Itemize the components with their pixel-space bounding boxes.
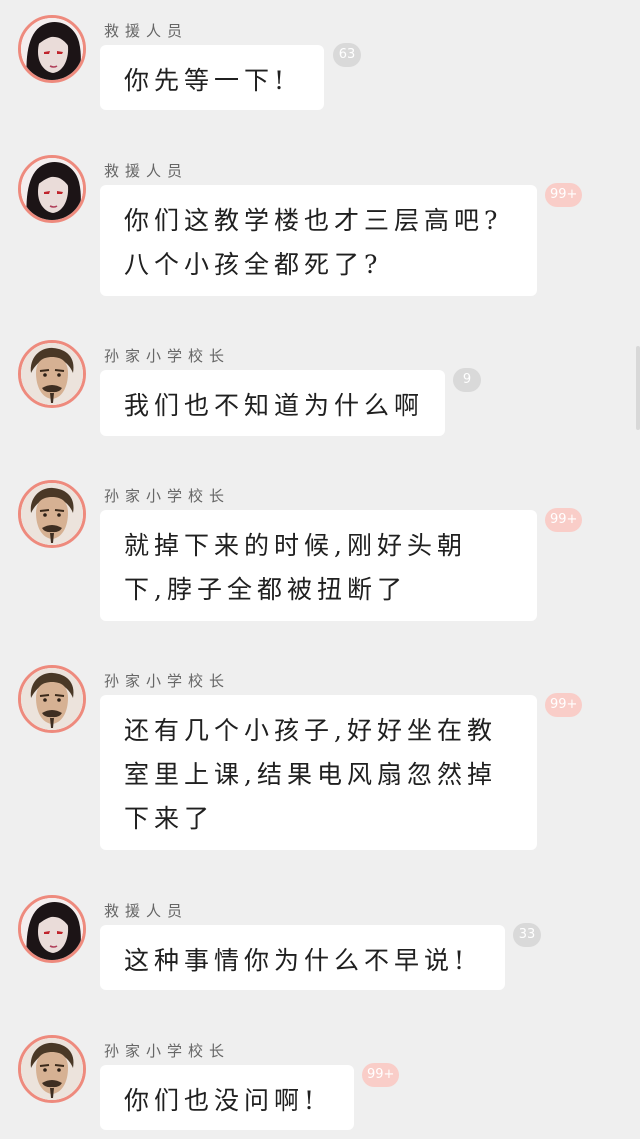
message-text-line: 下来了 <box>124 804 215 833</box>
message-text-line: 室里上课,结果电风扇忽然掉 <box>124 760 497 789</box>
sender-name: 孙家小学校长 <box>104 672 231 690</box>
sender-name: 救援人员 <box>104 162 189 180</box>
message-text-line: 就掉下来的时候,刚好头朝 <box>124 531 467 560</box>
count-badge: 99+ <box>545 508 583 532</box>
message-bubble[interactable]: 我们也不知道为什么啊 <box>100 370 445 436</box>
count-badge: 99+ <box>545 693 583 717</box>
message-bubble[interactable]: 这种事情你为什么不早说! <box>100 925 505 990</box>
principal-avatar-icon[interactable] <box>18 340 86 408</box>
principal-avatar-icon[interactable] <box>18 665 86 733</box>
count-badge: 63 <box>333 43 361 67</box>
message-text-line: 你们也没问啊! <box>124 1086 320 1115</box>
message-text-line: 下,脖子全都被扭断了 <box>124 575 407 604</box>
sender-name: 孙家小学校长 <box>104 1042 231 1060</box>
count-badge: 99+ <box>362 1063 400 1087</box>
message-text-line: 你们这教学楼也才三层高吧? <box>124 206 503 235</box>
message-text-line: 这种事情你为什么不早说! <box>124 946 470 975</box>
scrollbar-thumb[interactable] <box>636 346 640 430</box>
principal-avatar-icon[interactable] <box>18 1035 86 1103</box>
message-bubble[interactable]: 就掉下来的时候,刚好头朝 下,脖子全都被扭断了 <box>100 510 537 621</box>
count-badge: 99+ <box>545 183 583 207</box>
message-bubble[interactable]: 还有几个小孩子,好好坐在教 室里上课,结果电风扇忽然掉 下来了 <box>100 695 537 850</box>
rescuer-avatar-icon[interactable] <box>18 895 86 963</box>
rescuer-avatar-icon[interactable] <box>18 15 86 83</box>
rescuer-avatar-icon[interactable] <box>18 155 86 223</box>
message-text-line: 我们也不知道为什么啊 <box>124 391 425 420</box>
message-bubble[interactable]: 你们这教学楼也才三层高吧? 八个小孩全都死了? <box>100 185 537 296</box>
message-bubble[interactable]: 你们也没问啊! <box>100 1065 354 1130</box>
count-badge: 9 <box>453 368 481 392</box>
sender-name: 孙家小学校长 <box>104 487 231 505</box>
message-text-line: 还有几个小孩子,好好坐在教 <box>124 716 497 745</box>
sender-name: 救援人员 <box>104 902 189 920</box>
sender-name: 孙家小学校长 <box>104 347 231 365</box>
message-text-line: 你先等一下! <box>124 66 290 95</box>
message-text-line: 八个小孩全都死了? <box>124 250 383 279</box>
sender-name: 救援人员 <box>104 22 189 40</box>
chat-list: 救援人员 你先等一下! 63 救援人员 你们这教学楼也才三层高吧? 八个小孩全都… <box>0 0 640 1139</box>
message-bubble[interactable]: 你先等一下! <box>100 45 324 110</box>
principal-avatar-icon[interactable] <box>18 480 86 548</box>
count-badge: 33 <box>513 923 541 947</box>
